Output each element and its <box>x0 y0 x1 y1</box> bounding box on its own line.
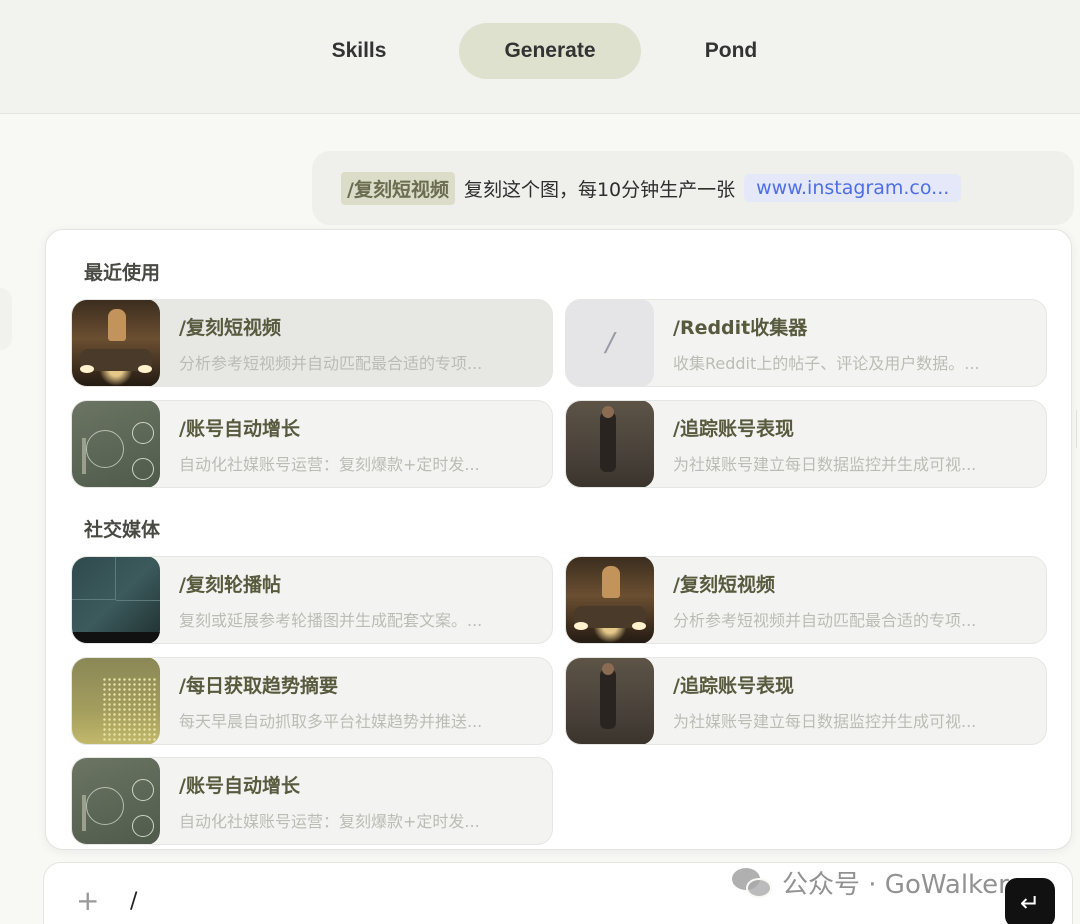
skill-card[interactable]: /复刻轮播帖 复刻或延展参考轮播图并生成配套文案。... <box>71 556 553 644</box>
section-title-recent: 最近使用 <box>84 262 161 284</box>
trend-thumbnail <box>72 658 160 744</box>
skill-title: /每日获取趋势摘要 <box>179 674 338 697</box>
skill-description: 自动化社媒账号运营：复刻爆款+定时发... <box>179 454 480 474</box>
skill-card[interactable]: /复刻短视频 分析参考短视频并自动匹配最合适的专项... <box>565 556 1047 644</box>
skill-title: /追踪账号表现 <box>673 417 794 440</box>
skill-title: /复刻短视频 <box>179 316 281 339</box>
slash-icon: / <box>566 300 654 386</box>
video-thumbnail <box>566 557 654 643</box>
skill-card[interactable]: /追踪账号表现 为社媒账号建立每日数据监控并生成可视... <box>565 400 1047 488</box>
watermark-text: 公众号 · GoWalker <box>782 870 1009 900</box>
enter-icon: ↵ <box>1019 889 1041 917</box>
carousel-thumbnail <box>72 557 160 643</box>
skill-title: /Reddit收集器 <box>673 316 808 339</box>
link-chip[interactable]: www.instagram.co... <box>744 174 962 202</box>
growth-thumbnail <box>72 401 160 487</box>
send-button[interactable]: ↵ <box>1005 878 1055 924</box>
top-navigation: Skills Generate Pond <box>0 0 1080 114</box>
plus-icon[interactable]: + <box>76 887 99 915</box>
skill-card[interactable]: /复刻短视频 分析参考短视频并自动匹配最合适的专项... <box>71 299 553 387</box>
skill-title: /复刻短视频 <box>673 573 775 596</box>
skill-card[interactable]: /账号自动增长 自动化社媒账号运营：复刻爆款+定时发... <box>71 400 553 488</box>
skill-description: 为社媒账号建立每日数据监控并生成可视... <box>673 711 977 731</box>
tab-pond[interactable]: Pond <box>661 23 801 79</box>
mode-tabs: Skills Generate Pond <box>0 23 1080 79</box>
skill-description: 分析参考短视频并自动匹配最合适的专项... <box>179 353 483 373</box>
skill-description: 为社媒账号建立每日数据监控并生成可视... <box>673 454 977 474</box>
message-text: 复刻这个图，每10分钟生产一张 <box>463 178 736 201</box>
skill-title: /账号自动增长 <box>179 417 300 440</box>
track-thumbnail <box>566 658 654 744</box>
watermark: 公众号 · GoWalker <box>732 864 1009 901</box>
skill-picker-popover: 最近使用 /复刻短视频 分析参考短视频并自动匹配最合适的专项... / /Red… <box>45 229 1072 850</box>
skill-description: 复刻或延展参考轮播图并生成配套文案。... <box>179 610 483 630</box>
section-title-social: 社交媒体 <box>84 519 161 541</box>
skill-card[interactable]: /账号自动增长 自动化社媒账号运营：复刻爆款+定时发... <box>71 757 553 845</box>
prompt-input[interactable]: / <box>130 889 137 914</box>
skill-description: 自动化社媒账号运营：复刻爆款+定时发... <box>179 811 480 831</box>
skill-card[interactable]: /追踪账号表现 为社媒账号建立每日数据监控并生成可视... <box>565 657 1047 745</box>
user-message-bubble: /复刻短视频 复刻这个图，每10分钟生产一张 www.instagram.co.… <box>312 151 1074 225</box>
right-panel-edge <box>1076 410 1080 448</box>
skill-description: 收集Reddit上的帖子、评论及用户数据。... <box>673 353 980 373</box>
skill-title: /复刻轮播帖 <box>179 573 281 596</box>
skill-description: 分析参考短视频并自动匹配最合适的专项... <box>673 610 977 630</box>
command-chip[interactable]: /复刻短视频 <box>341 171 455 205</box>
skill-description: 每天早晨自动抓取多平台社媒趋势并推送... <box>179 711 483 731</box>
wechat-icon <box>732 866 774 900</box>
tab-generate[interactable]: Generate <box>459 23 641 79</box>
skill-card[interactable]: /每日获取趋势摘要 每天早晨自动抓取多平台社媒趋势并推送... <box>71 657 553 745</box>
skill-card[interactable]: / /Reddit收集器 收集Reddit上的帖子、评论及用户数据。... <box>565 299 1047 387</box>
skill-title: /账号自动增长 <box>179 774 300 797</box>
track-thumbnail <box>566 401 654 487</box>
tab-skills[interactable]: Skills <box>279 23 439 79</box>
video-thumbnail <box>72 300 160 386</box>
left-panel-edge <box>0 288 12 350</box>
skill-title: /追踪账号表现 <box>673 674 794 697</box>
growth-thumbnail <box>72 758 160 844</box>
